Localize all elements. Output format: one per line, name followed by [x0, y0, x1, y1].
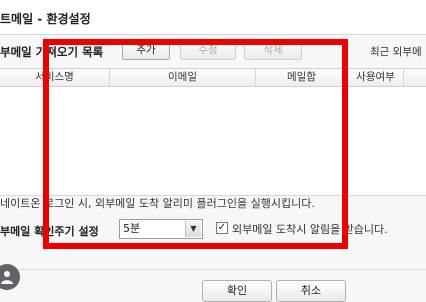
check-interval-label: 부메일 확인주기 설정: [0, 225, 99, 238]
footer-divider: [0, 269, 426, 270]
title-bar: 트메일 - 환경설정: [0, 0, 426, 35]
column-header-email[interactable]: 이메일: [110, 69, 256, 86]
arrival-alert-checkbox[interactable]: ✓: [216, 222, 228, 234]
external-mail-section-label: 부메일 가져오기 목록: [0, 45, 104, 59]
cancel-button[interactable]: 취소: [276, 280, 346, 302]
arrival-alert-label[interactable]: 외부메일 도착시 알림을 받습니다.: [232, 221, 388, 237]
check-interval-select[interactable]: 5분 ▼: [119, 219, 203, 239]
external-mail-table: 서비스명 이메일 메일함 사용여부: [0, 68, 426, 196]
column-header-mailbox[interactable]: 메일함: [256, 69, 348, 86]
add-button[interactable]: 추가: [122, 40, 170, 60]
plugin-notice-text: 네이트온 로그인 시, 외부메일 도착 알리미 플러그인을 실행시킵니다.: [0, 197, 315, 210]
confirm-button[interactable]: 확인: [202, 280, 272, 302]
checkmark-icon: ✓: [217, 222, 227, 233]
column-header-service[interactable]: 서비스명: [0, 69, 110, 86]
chevron-down-icon[interactable]: ▼: [185, 221, 201, 237]
table-header: 서비스명 이메일 메일함 사용여부: [0, 69, 426, 87]
window-title: 트메일 - 환경설정: [0, 12, 91, 26]
delete-button[interactable]: 삭제: [244, 40, 302, 60]
check-interval-value: 5분: [123, 222, 141, 235]
edit-button[interactable]: 수정: [180, 40, 236, 60]
recent-external-mail-label: 최근 외부메: [370, 46, 422, 58]
column-header-usage[interactable]: 사용여부: [348, 69, 404, 86]
settings-panel: 부메일 가져오기 목록 추가 수정 삭제 최근 외부메 서비스명 이메일 메일함…: [0, 34, 426, 302]
